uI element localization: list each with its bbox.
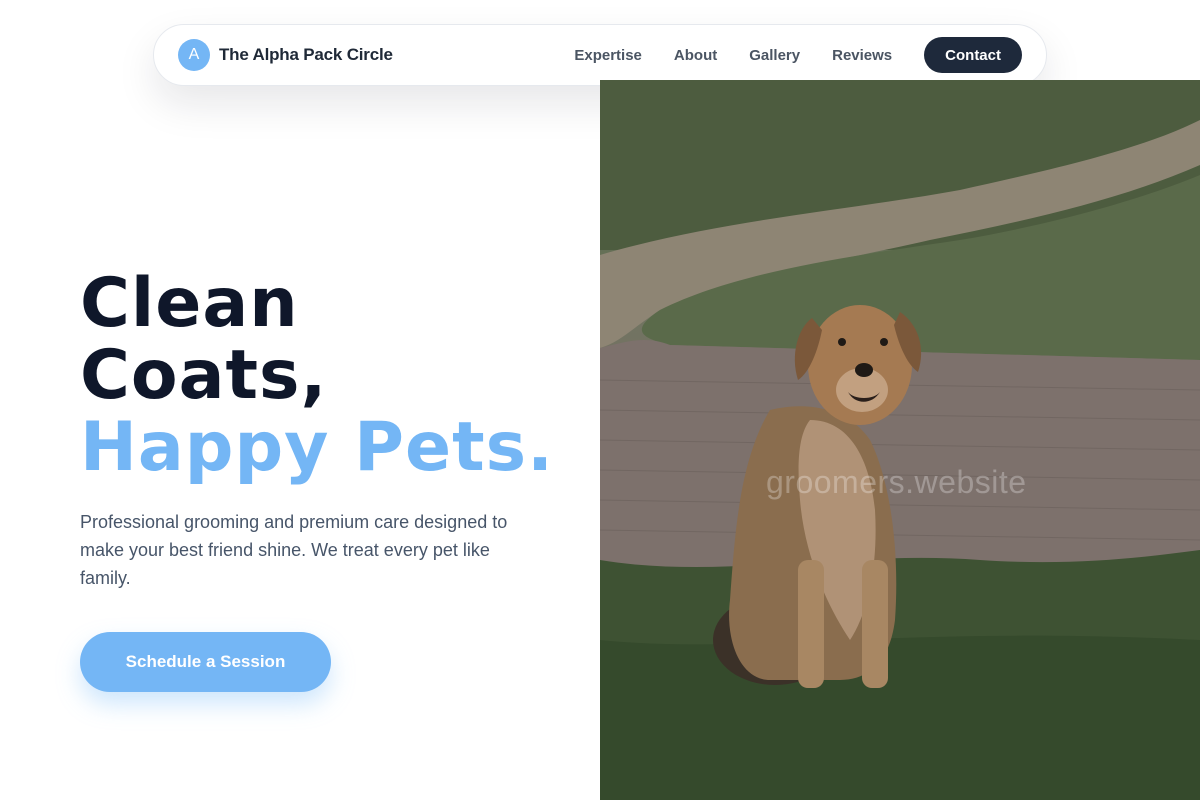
nav-link-gallery[interactable]: Gallery [749, 47, 800, 64]
nav-link-expertise[interactable]: Expertise [574, 47, 642, 64]
headline-line-3: Happy Pets. [80, 408, 554, 487]
nav-links: Expertise About Gallery Reviews Contact [574, 37, 1022, 73]
brand-badge-icon: A [178, 39, 210, 71]
hero-dog-photo: groomers.website [600, 80, 1200, 800]
image-watermark: groomers.website [766, 464, 1027, 500]
main-nav: A The Alpha Pack Circle Expertise About … [153, 24, 1047, 86]
hero-headline: Clean Coats, Happy Pets. [80, 268, 554, 484]
dog-illustration [600, 80, 1200, 800]
brand-logo[interactable]: A The Alpha Pack Circle [178, 39, 393, 71]
headline-line-2: Coats, [80, 336, 328, 415]
brand-name: The Alpha Pack Circle [219, 45, 393, 64]
headline-line-1: Clean [80, 264, 299, 343]
schedule-session-button[interactable]: Schedule a Session [80, 632, 331, 692]
nav-link-reviews[interactable]: Reviews [832, 47, 892, 64]
hero-subtext: Professional grooming and premium care d… [80, 512, 508, 588]
nav-link-about[interactable]: About [674, 47, 717, 64]
contact-button[interactable]: Contact [924, 37, 1022, 73]
